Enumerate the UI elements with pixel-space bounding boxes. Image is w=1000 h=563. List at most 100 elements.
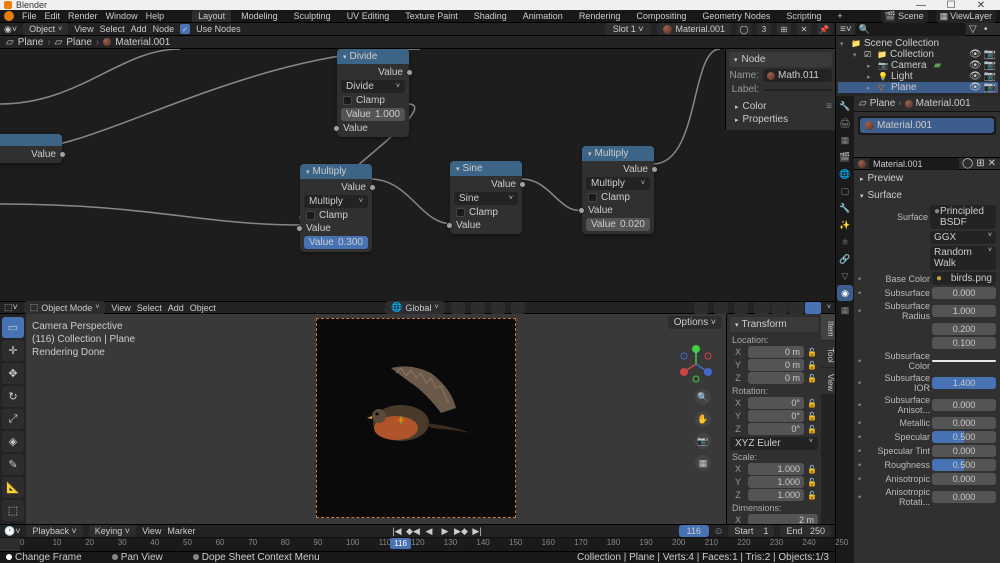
eye-icon[interactable]: 👁	[969, 60, 982, 71]
viewport-menu-object[interactable]: Object	[190, 303, 216, 313]
props-tab-physics[interactable]: ⚛	[837, 234, 853, 250]
node-editor-canvas[interactable]: ▾ Value ▾Divide Value Divide˅ Clamp Valu…	[0, 49, 835, 301]
node-clamp-checkbox[interactable]: Clamp	[450, 206, 522, 219]
filter-icon[interactable]: ▽	[969, 24, 981, 34]
node-label-field[interactable]	[763, 89, 832, 91]
props-tab-material[interactable]: ◉	[837, 285, 853, 301]
node-sine[interactable]: ▾Sine Value Sine˅ Clamp Value	[450, 161, 522, 234]
snap-icon[interactable]	[471, 302, 485, 314]
render-icon[interactable]: 📷	[984, 82, 996, 93]
viewport-3d[interactable]: Camera Perspective (116) Collection | Pl…	[26, 314, 726, 524]
node-input-value[interactable]: Value	[300, 222, 372, 235]
transform-tool[interactable]: ◈	[2, 431, 24, 452]
lock-icon[interactable]: 🔓	[806, 412, 818, 421]
lock-icon[interactable]: 🔓	[806, 361, 818, 370]
lock-icon[interactable]: 🔓	[806, 478, 818, 487]
end-frame-field[interactable]: End 250	[780, 525, 831, 537]
lock-icon[interactable]: 🔓	[806, 348, 818, 357]
render-icon[interactable]: 📷	[984, 49, 996, 60]
zoom-icon[interactable]: 🔍	[695, 389, 711, 405]
material-new-icon[interactable]: ⊞	[777, 23, 791, 35]
add-cube-tool[interactable]: ⬚	[2, 500, 24, 521]
node-value[interactable]: ▾ Value	[0, 134, 62, 163]
workspace-tab-layout[interactable]: Layout	[192, 10, 231, 22]
workspace-tab-shading[interactable]: Shading	[468, 10, 513, 22]
transform-section-header[interactable]: ▾Transform	[730, 317, 818, 332]
workspace-tab-rendering[interactable]: Rendering	[573, 10, 627, 22]
close-button[interactable]: ✕	[966, 0, 996, 11]
node-multiply-2[interactable]: ▾Multiply Value Multiply˅ Clamp Value Va…	[582, 146, 654, 234]
menu-edit[interactable]: Edit	[45, 11, 61, 21]
rotation-x-field[interactable]: 0°	[748, 397, 804, 409]
gizmo-toggle-icon[interactable]	[694, 302, 708, 314]
node-output-value[interactable]: Value	[582, 163, 654, 176]
n-tab-tool[interactable]: Tool	[821, 341, 835, 367]
editor-type-icon[interactable]: ◉˅	[4, 24, 17, 35]
location-y-field[interactable]: 0 m	[748, 359, 804, 371]
navigation-gizmo[interactable]	[676, 344, 716, 384]
scene-selector[interactable]: 🎬Scene	[881, 10, 928, 23]
render-icon[interactable]: 📷	[984, 60, 996, 71]
editor-type-icon[interactable]: ≡˅	[840, 24, 852, 35]
annotate-tool[interactable]: ✎	[2, 454, 24, 475]
workspace-tab-scripting[interactable]: Scripting	[780, 10, 827, 22]
timeline-frames[interactable]: 0102030405060708090100110120130140150160…	[20, 538, 835, 551]
minimize-button[interactable]: —	[906, 0, 936, 11]
snap-options-icon[interactable]	[491, 302, 505, 314]
lock-icon[interactable]: 🔓	[806, 425, 818, 434]
node-value-field[interactable]: Value1.000	[341, 108, 405, 121]
keying-dropdown[interactable]: Keying ˅	[89, 525, 136, 537]
rotation-y-field[interactable]: 0°	[748, 410, 804, 422]
props-tab-output[interactable]: 🖨	[837, 115, 853, 131]
playback-dropdown[interactable]: Playback ˅	[26, 525, 82, 537]
socket-icon[interactable]: •	[858, 356, 866, 366]
use-nodes-checkbox[interactable]: ✓	[180, 24, 190, 34]
render-icon[interactable]: 📷	[984, 71, 996, 82]
menu-help[interactable]: Help	[146, 11, 165, 21]
menu-file[interactable]: File	[22, 11, 37, 21]
socket-icon[interactable]: •	[858, 274, 866, 284]
workspace-tab-uv-editing[interactable]: UV Editing	[341, 10, 396, 22]
workspace-tab-geometry-nodes[interactable]: Geometry Nodes	[696, 10, 776, 22]
material-selector[interactable]: Material.001	[657, 23, 731, 35]
node-operation-select[interactable]: Multiply˅	[304, 195, 368, 208]
playhead[interactable]: 116	[390, 538, 411, 549]
workspace-tab-sculpting[interactable]: Sculpting	[288, 10, 337, 22]
base-color-field[interactable]: ●birds.png	[932, 272, 996, 285]
subsurface-radius-2[interactable]: 0.200	[932, 323, 996, 335]
subsurface-radius-3[interactable]: 0.100	[932, 337, 996, 349]
viewport-menu-view[interactable]: View	[111, 303, 130, 313]
material-browse-icon[interactable]: ◯	[962, 158, 973, 169]
camera-view-icon[interactable]: 📷	[695, 433, 711, 449]
node-input-value[interactable]: Value	[450, 219, 522, 232]
menu-window[interactable]: Window	[106, 11, 138, 21]
material-slot-0[interactable]: Material.001	[860, 118, 994, 133]
socket-icon[interactable]: •	[858, 418, 866, 428]
socket-icon[interactable]: •	[858, 378, 866, 388]
socket-icon[interactable]: •	[858, 474, 866, 484]
aniso-field[interactable]: 0.000	[932, 473, 996, 485]
rotation-z-field[interactable]: 0°	[748, 423, 804, 435]
aniso-rot-field[interactable]: 0.000	[932, 491, 996, 503]
keyframe-prev-icon[interactable]: ◆◀	[406, 525, 420, 537]
subsurface-ior-field[interactable]: 1.400	[932, 377, 996, 389]
workspace-tab-modeling[interactable]: Modeling	[235, 10, 284, 22]
eye-icon[interactable]: 👁	[969, 82, 982, 93]
specular-tint-field[interactable]: 0.000	[932, 445, 996, 457]
outliner-collection[interactable]: ▾☑📁Collection👁📷	[838, 49, 998, 60]
object-dropdown[interactable]: Object˅	[23, 23, 68, 35]
scale-y-field[interactable]: 1.000	[748, 476, 804, 488]
props-tab-data[interactable]: ▽	[837, 268, 853, 284]
subsurface-color-field[interactable]	[932, 360, 996, 362]
overlay-toggle-icon[interactable]	[714, 302, 728, 314]
blender-logo-icon[interactable]	[4, 11, 14, 21]
solid-shading-icon[interactable]	[771, 302, 787, 314]
distribution-select[interactable]: GGX˅	[930, 231, 996, 244]
node-menu-select[interactable]: Select	[100, 24, 125, 34]
node-name-field[interactable]: Math.011	[763, 69, 832, 82]
node-input-value[interactable]: Value	[337, 122, 409, 135]
timeline-summary[interactable]	[0, 538, 20, 551]
node-clamp-checkbox[interactable]: Clamp	[582, 191, 654, 204]
breadcrumb-material[interactable]: Material.001	[115, 37, 170, 48]
subsurface-radius-1[interactable]: 1.000	[932, 305, 996, 317]
